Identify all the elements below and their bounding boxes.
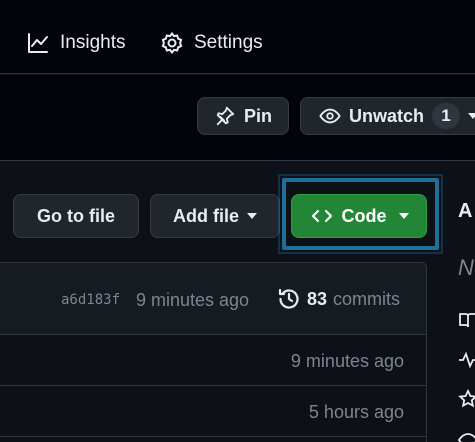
go-to-file-label: Go to file [37, 205, 115, 226]
chevron-down-icon [247, 213, 257, 219]
nav-insights-label: Insights [60, 32, 126, 53]
file-row[interactable]: 9 minutes ago [0, 336, 426, 386]
latest-commit-bar: a6d183f 9 minutes ago 83 commits [0, 263, 426, 335]
file-row-time: 5 hours ago [308, 402, 404, 422]
add-file-label: Add file [173, 205, 239, 226]
gear-icon [161, 31, 183, 55]
eye-icon [319, 108, 341, 124]
pin-button[interactable]: Pin [197, 97, 289, 135]
star-icon [458, 389, 475, 408]
eye-icon [458, 433, 475, 442]
commit-sha-link[interactable]: a6d183f [61, 292, 120, 308]
about-description: N [458, 255, 474, 280]
go-to-file-button[interactable]: Go to file [13, 194, 139, 238]
pulse-icon [459, 351, 475, 369]
add-file-button[interactable]: Add file [150, 194, 280, 238]
file-row-time: 9 minutes ago [290, 351, 404, 371]
commit-count: 83 [307, 288, 328, 309]
code-button[interactable]: Code [291, 194, 427, 238]
graph-icon [28, 33, 48, 53]
unwatch-button[interactable]: Unwatch 1 [300, 97, 475, 135]
chevron-down-icon [398, 213, 409, 219]
repo-header: Pin Unwatch 1 [0, 75, 475, 161]
history-icon [278, 288, 299, 309]
watch-counter: 1 [432, 103, 461, 129]
github-repo-page: Insights Settings Pin Unwatch 1 Go to fi… [0, 0, 475, 442]
nav-settings[interactable]: Settings [160, 29, 263, 57]
file-list-panel: a6d183f 9 minutes ago 83 commits 9 minut… [0, 262, 427, 442]
code-brackets-icon [311, 209, 332, 223]
book-icon [459, 313, 475, 328]
about-heading: A [458, 200, 473, 222]
repo-nav-bar: Insights Settings [0, 0, 475, 74]
commits-label: commits [333, 288, 401, 309]
unwatch-label: Unwatch [349, 105, 425, 126]
nav-settings-label: Settings [194, 32, 263, 53]
nav-insights[interactable]: Insights [26, 29, 125, 57]
pin-icon [216, 106, 235, 126]
file-row[interactable]: 5 hours ago [0, 387, 426, 437]
code-label: Code [341, 205, 387, 226]
pin-label: Pin [243, 105, 272, 126]
chevron-down-icon [468, 113, 475, 119]
commits-link[interactable]: 83 commits [277, 287, 400, 311]
commit-time: 9 minutes ago [136, 290, 250, 310]
